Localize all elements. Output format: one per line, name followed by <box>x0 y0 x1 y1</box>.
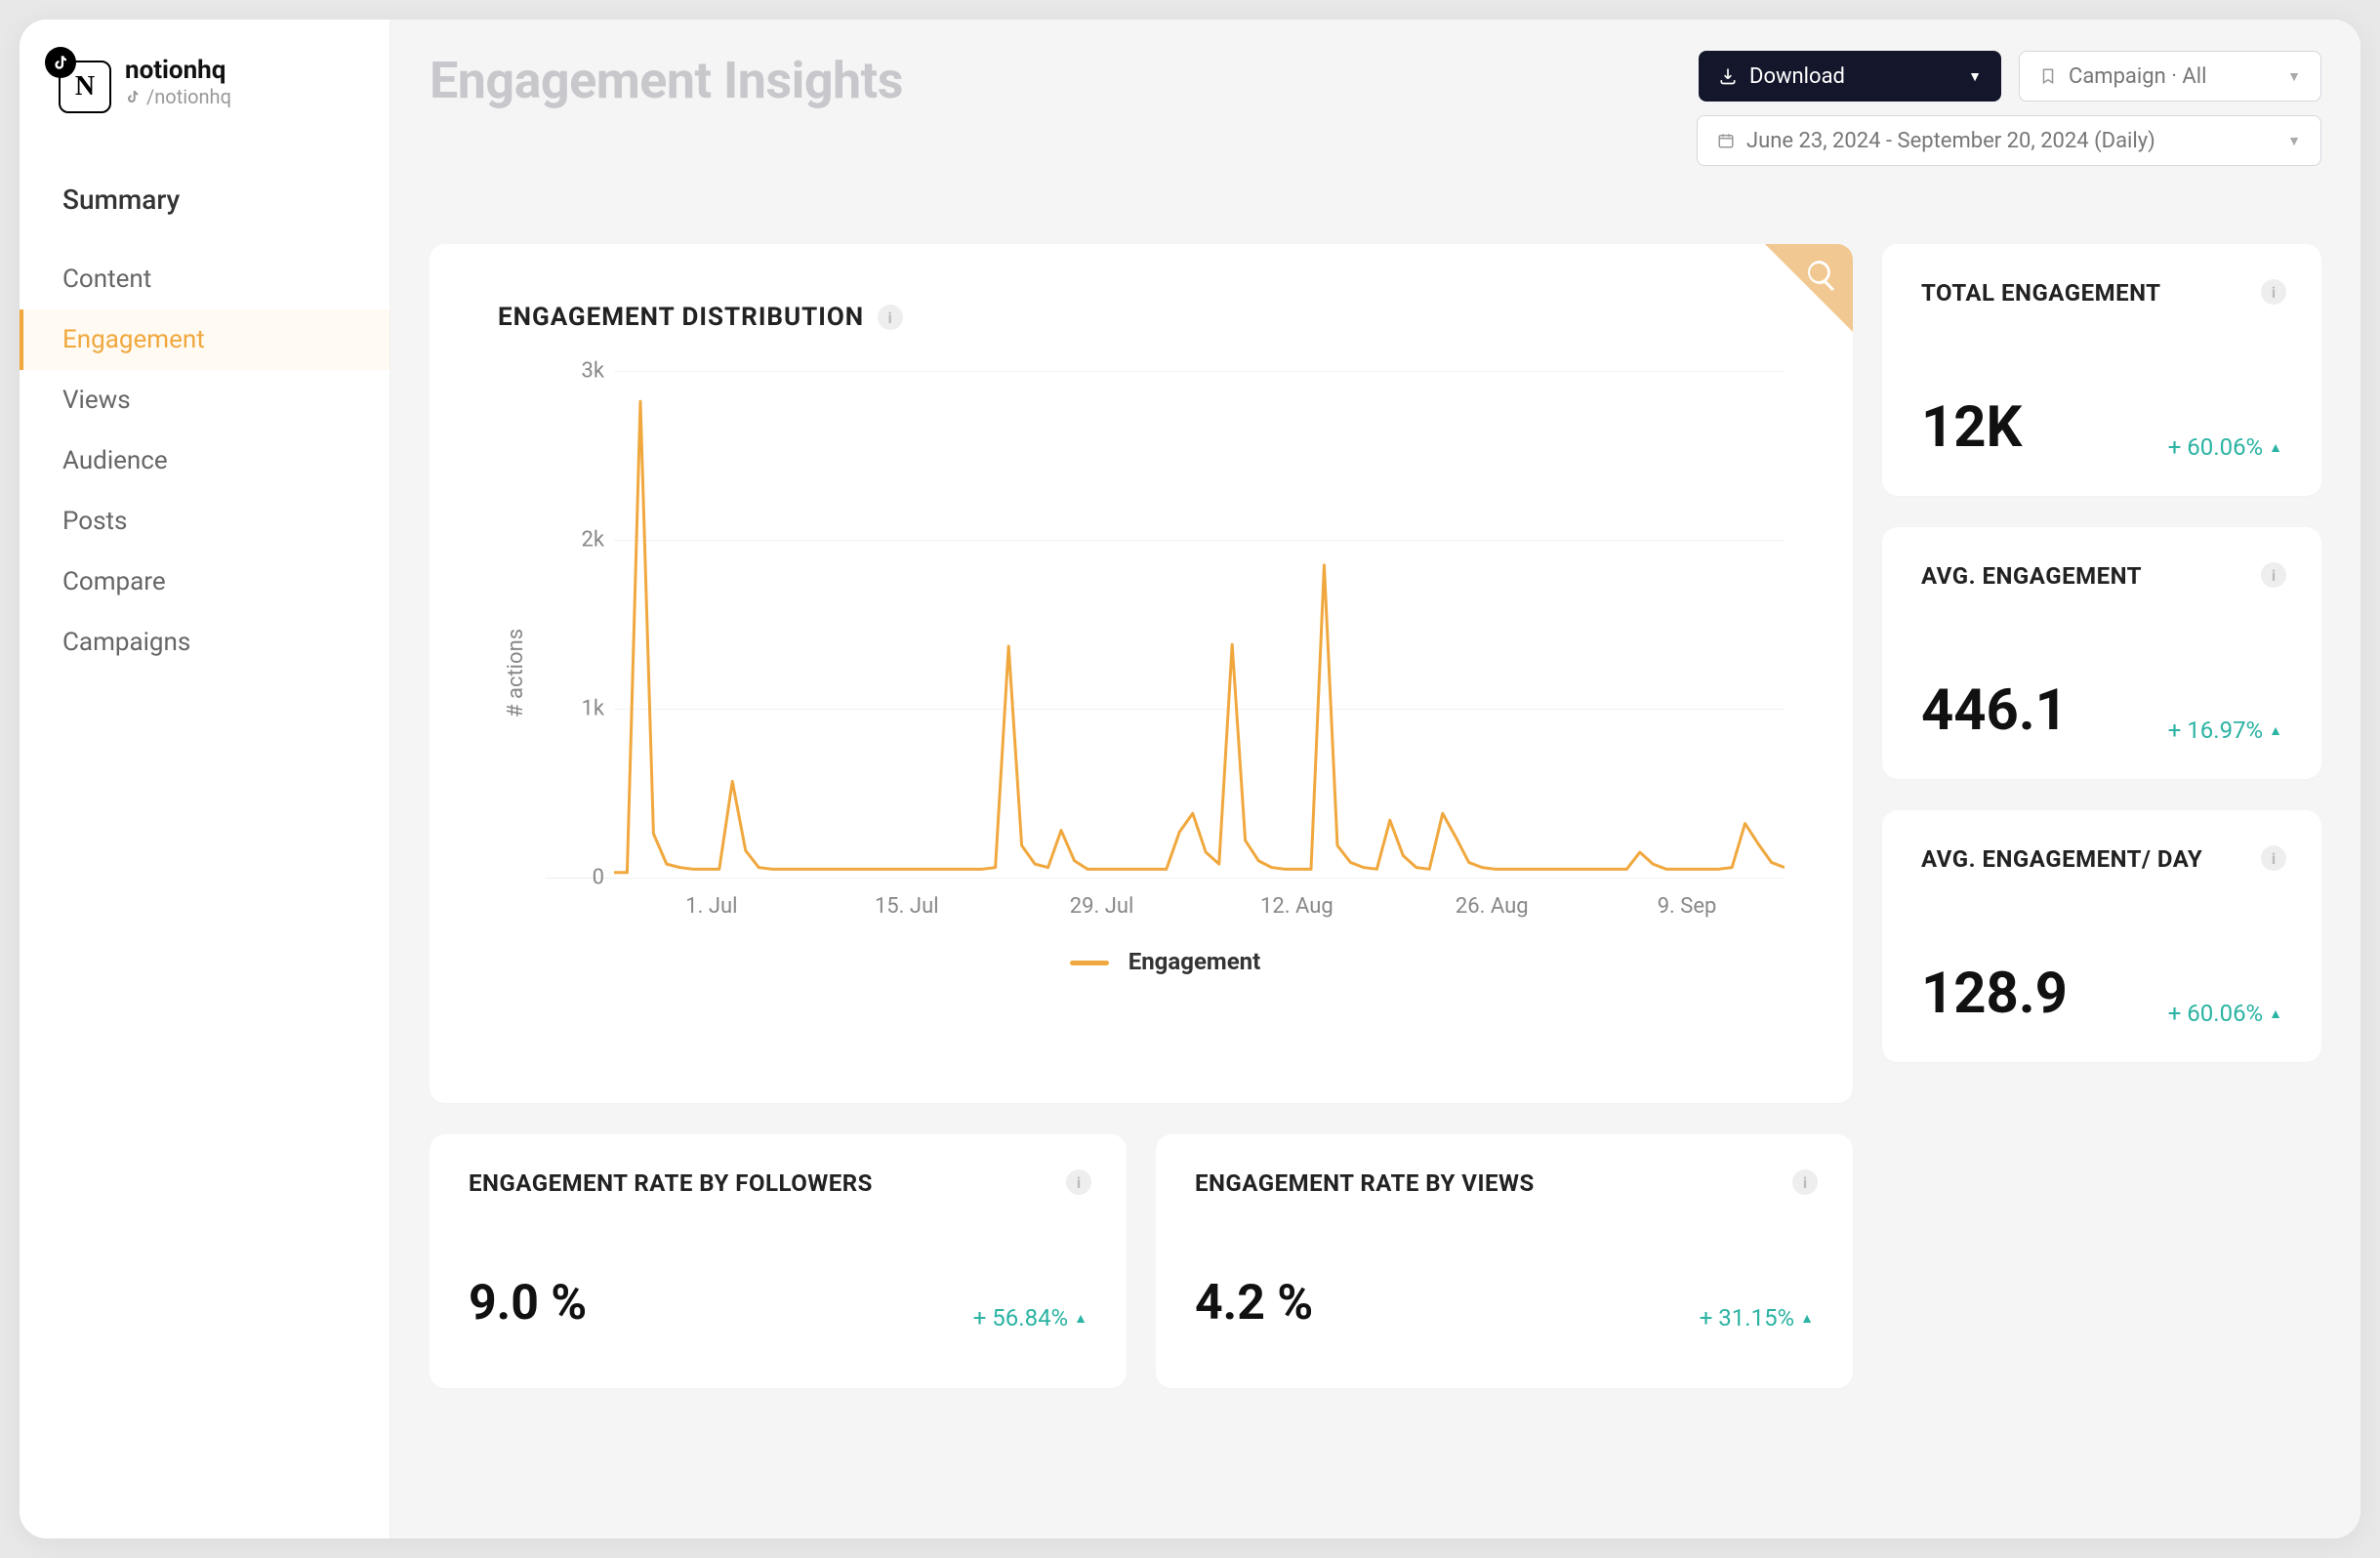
metric-body: 446.1 + 16.97% ▲ <box>1921 677 2282 744</box>
zoom-button[interactable] <box>1804 258 1839 297</box>
chart-title-text: ENGAGEMENT DISTRIBUTION <box>498 303 864 332</box>
calendar-icon <box>1717 132 1735 149</box>
x-tick: 12. Aug <box>1199 894 1394 919</box>
metric-card-bottom-1: ENGAGEMENT RATE BY VIEWS i 4.2 % + 31.15% ▲ <box>1156 1134 1853 1388</box>
gridline <box>614 878 1785 879</box>
main-content: Engagement Insights Download ▼ Campaign … <box>390 20 2360 1538</box>
metric-value: 9.0 % <box>469 1275 587 1332</box>
x-axis-ticks: 1. Jul15. Jul29. Jul12. Aug26. Aug9. Sep <box>614 894 1785 919</box>
date-label: June 23, 2024 - September 20, 2024 (Dail… <box>1746 129 2155 153</box>
trend-up-icon: ▲ <box>2269 439 2282 456</box>
y-tick: 0 <box>546 866 604 890</box>
sidebar-item-views[interactable]: Views <box>20 370 390 430</box>
metric-card-right-1: AVG. ENGAGEMENT i 446.1 + 16.97% ▲ <box>1882 527 2321 779</box>
metric-value: 446.1 <box>1921 677 2068 744</box>
chart-line <box>614 371 1785 878</box>
bookmark-icon <box>2039 67 2057 85</box>
metric-delta: + 60.06% ▲ <box>2168 1000 2282 1027</box>
download-icon <box>1718 66 1738 86</box>
x-tick: 26. Aug <box>1394 894 1589 919</box>
metric-title: ENGAGEMENT RATE BY VIEWS <box>1195 1169 1690 1197</box>
metric-value: 128.9 <box>1921 961 2068 1027</box>
sidebar-item-compare[interactable]: Compare <box>20 552 390 612</box>
metric-title: TOTAL ENGAGEMENT <box>1921 279 2210 307</box>
caret-down-icon: ▼ <box>2287 133 2301 149</box>
info-icon[interactable]: i <box>2261 279 2286 305</box>
metric-value: 12K <box>1921 394 2022 461</box>
campaign-filter[interactable]: Campaign · All ▼ <box>2019 51 2321 102</box>
chart-legend: Engagement <box>546 948 1785 975</box>
sidebar: N notionhq /notionhq SummaryContentEngag… <box>20 20 390 1538</box>
sidebar-item-content[interactable]: Content <box>20 249 390 309</box>
page-title: Engagement Insights <box>430 51 903 110</box>
metric-body: 128.9 + 60.06% ▲ <box>1921 961 2282 1027</box>
legend-label: Engagement <box>1128 948 1261 975</box>
avatar: N <box>49 51 111 113</box>
trend-up-icon: ▲ <box>2269 1005 2282 1022</box>
info-icon[interactable]: i <box>878 305 903 330</box>
left-column: ENGAGEMENT DISTRIBUTION i # actions 0 1k 2… <box>430 244 1853 1388</box>
tiktok-badge-icon <box>45 47 76 78</box>
y-tick: 1k <box>546 697 604 721</box>
metric-card-right-2: AVG. ENGAGEMENT/ DAY i 128.9 + 60.06% ▲ <box>1882 810 2321 1062</box>
metric-body: 4.2 % + 31.15% ▲ <box>1195 1275 1814 1332</box>
sidebar-item-engagement[interactable]: Engagement <box>20 309 390 370</box>
trend-up-icon: ▲ <box>1800 1310 1814 1327</box>
metric-delta: + 60.06% ▲ <box>2168 433 2282 461</box>
right-metrics-column: TOTAL ENGAGEMENTi12K+ 60.06% ▲AVG. ENGAG… <box>1882 244 2321 1062</box>
caret-down-icon: ▼ <box>2287 68 2301 85</box>
sidebar-item-campaigns[interactable]: Campaigns <box>20 612 390 673</box>
tiktok-small-icon <box>125 89 141 104</box>
profile-name: notionhq <box>125 56 231 85</box>
metric-title: ENGAGEMENT RATE BY FOLLOWERS <box>469 1169 964 1197</box>
metric-body: 9.0 % + 56.84% ▲ <box>469 1275 1087 1332</box>
trend-up-icon: ▲ <box>2269 722 2282 739</box>
y-tick: 3k <box>546 359 604 384</box>
sidebar-item-audience[interactable]: Audience <box>20 430 390 491</box>
chart-area: # actions 01k2k3k 1. Jul15. Jul29. Jul12… <box>498 371 1785 975</box>
info-icon[interactable]: i <box>1792 1169 1818 1195</box>
profile-block: N notionhq /notionhq <box>20 51 390 141</box>
download-label: Download <box>1749 64 1845 89</box>
bottom-metrics-row: ENGAGEMENT RATE BY FOLLOWERS i 9.0 % + 56.8… <box>430 1134 1853 1388</box>
x-tick: 9. Sep <box>1589 894 1785 919</box>
chart-title: ENGAGEMENT DISTRIBUTION i <box>498 303 1785 332</box>
x-tick: 29. Jul <box>1005 894 1200 919</box>
metric-body: 12K + 60.06% ▲ <box>1921 394 2282 461</box>
download-button[interactable]: Download ▼ <box>1699 51 2001 102</box>
metric-delta: + 56.84% ▲ <box>973 1304 1087 1332</box>
trend-up-icon: ▲ <box>1074 1310 1087 1327</box>
top-controls: Download ▼ Campaign · All ▼ June 23, 202… <box>1697 51 2321 166</box>
caret-down-icon: ▼ <box>1968 68 1982 85</box>
date-range-picker[interactable]: June 23, 2024 - September 20, 2024 (Dail… <box>1697 115 2321 166</box>
engagement-distribution-card: ENGAGEMENT DISTRIBUTION i # actions 0 1k 2… <box>430 244 1853 1103</box>
app-frame: N notionhq /notionhq SummaryContentEngag… <box>20 20 2360 1538</box>
sidebar-item-summary[interactable]: Summary <box>20 166 390 249</box>
topbar: Engagement Insights Download ▼ Campaign … <box>430 51 2321 166</box>
y-axis-label: # actions <box>498 371 528 975</box>
metric-delta: + 16.97% ▲ <box>2168 717 2282 744</box>
metric-title: AVG. ENGAGEMENT/ DAY <box>1921 845 2210 873</box>
profile-text: notionhq /notionhq <box>125 56 231 108</box>
metric-card-bottom-0: ENGAGEMENT RATE BY FOLLOWERS i 9.0 % + 56.8… <box>430 1134 1127 1388</box>
info-icon[interactable]: i <box>2261 562 2286 588</box>
sidebar-item-posts[interactable]: Posts <box>20 491 390 552</box>
metric-title: AVG. ENGAGEMENT <box>1921 562 2210 590</box>
info-icon[interactable]: i <box>2261 845 2286 871</box>
metric-value: 4.2 % <box>1195 1275 1313 1332</box>
campaign-label: Campaign · All <box>2069 64 2206 89</box>
profile-handle: /notionhq <box>125 85 231 108</box>
metric-delta: + 31.15% ▲ <box>1700 1304 1814 1332</box>
x-tick: 1. Jul <box>614 894 809 919</box>
y-tick: 2k <box>546 528 604 553</box>
info-icon[interactable]: i <box>1066 1169 1091 1195</box>
metric-card-right-0: TOTAL ENGAGEMENT i 12K + 60.06% ▲ <box>1882 244 2321 496</box>
legend-swatch <box>1070 961 1109 965</box>
chart-plot[interactable]: 01k2k3k <box>546 371 1785 879</box>
x-tick: 15. Jul <box>809 894 1005 919</box>
sidebar-nav: SummaryContentEngagementViewsAudiencePos… <box>20 141 390 673</box>
content-grid: ENGAGEMENT DISTRIBUTION i # actions 0 1k 2… <box>430 244 2321 1388</box>
profile-handle-text: /notionhq <box>146 85 231 108</box>
magnify-icon <box>1804 258 1839 293</box>
